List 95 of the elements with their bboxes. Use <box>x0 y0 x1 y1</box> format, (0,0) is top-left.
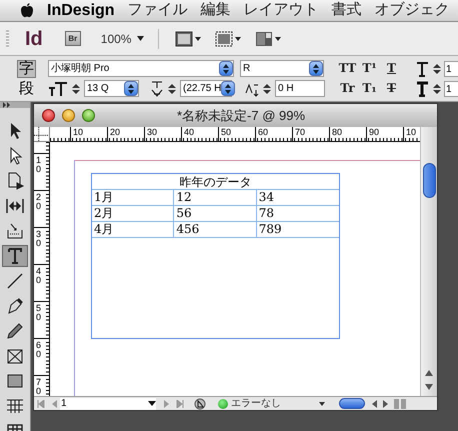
ruler-label: 60 <box>35 339 42 359</box>
ruler-label: 70 <box>294 127 306 137</box>
vertical-scrollbar[interactable] <box>420 127 437 396</box>
font-family-field[interactable]: 小塚明朝 Pro <box>48 60 234 77</box>
ruler-label: 40 <box>183 127 194 137</box>
ruler-label: 70 <box>35 376 42 396</box>
collector-tool-icon <box>5 221 25 241</box>
indesign-logo[interactable]: Id <box>25 28 43 48</box>
app-menu[interactable]: InDesign <box>47 0 115 22</box>
menu-item[interactable]: 編集 <box>200 0 231 22</box>
table-cell: 456 <box>174 222 257 237</box>
leading-field[interactable]: (22.75 H <box>180 80 232 97</box>
horizontal-scale-icon <box>414 80 430 96</box>
menu-item[interactable]: レイアウト <box>244 0 319 22</box>
ruler-label: 10 <box>72 127 84 137</box>
stepper-icon[interactable] <box>71 82 81 94</box>
tool-button[interactable] <box>2 245 28 267</box>
scroll-right-icon[interactable] <box>383 400 389 408</box>
ruler-label: 20 <box>35 191 42 211</box>
preflight-menu-icon[interactable] <box>319 402 325 406</box>
gap-tool-icon <box>5 196 25 216</box>
stepper-icon[interactable] <box>432 82 442 94</box>
ruler-label: 50 <box>220 127 232 137</box>
ruler-label: 60 <box>257 127 268 137</box>
minimize-button[interactable] <box>62 109 75 122</box>
character-style-button[interactable]: Tr <box>337 81 358 96</box>
arrange-documents-icon[interactable] <box>255 30 282 46</box>
ruler-label: 50 <box>35 302 42 322</box>
apple-icon[interactable] <box>20 2 34 18</box>
pencil-tool-icon <box>5 321 25 341</box>
preflight-status[interactable]: エラーなし <box>231 398 281 408</box>
scale-field[interactable]: 1 <box>444 80 458 96</box>
character-style-button[interactable]: T <box>381 61 402 76</box>
ruler-label: 10 <box>35 154 42 174</box>
type-tool-icon <box>5 246 25 266</box>
character-style-button[interactable]: T₁ <box>359 81 380 96</box>
stepper-icon[interactable] <box>167 82 177 94</box>
page-number-field[interactable]: 1 <box>60 398 156 410</box>
screen-mode-icon[interactable] <box>215 30 242 46</box>
window-title: *名称未設定-7 @ 99% <box>177 106 306 125</box>
ruler-label: 20 <box>109 127 120 137</box>
menu-item[interactable]: 書式 <box>332 0 362 22</box>
zoom-button[interactable] <box>82 109 95 122</box>
ruler-label: 30 <box>146 127 158 137</box>
page-settings-icon[interactable] <box>194 398 208 410</box>
mode-toggle[interactable]: 段 <box>17 80 36 98</box>
table-cell: 12 <box>174 190 257 205</box>
scroll-thumb[interactable] <box>422 163 436 198</box>
vertical-scale-icon <box>414 60 430 76</box>
scroll-left-icon[interactable] <box>371 400 377 408</box>
ruler-label: 30 <box>35 228 42 248</box>
dropdown-stepper[interactable] <box>221 81 236 96</box>
font-size-field[interactable]: 13 Q <box>84 80 139 97</box>
character-style-button[interactable]: T¹ <box>359 61 380 76</box>
ruler-label: 80 <box>331 127 342 137</box>
character-style-button[interactable]: T <box>381 81 402 96</box>
menu-item[interactable]: ファイル <box>128 0 188 22</box>
table-cell: 1月 <box>92 190 174 205</box>
table-cell: 4月 <box>92 222 174 237</box>
ruler-label: 10 <box>405 127 416 137</box>
ruler-label: 90 <box>368 127 380 137</box>
grip-icon <box>6 28 9 48</box>
view-mode-icon[interactable] <box>175 30 202 46</box>
dropdown-stepper[interactable] <box>309 61 323 76</box>
dropdown-stepper[interactable] <box>219 61 233 76</box>
table-cell-text: 789 <box>258 222 283 237</box>
up-down-arrows-icon <box>225 84 232 94</box>
up-down-arrows-icon <box>313 64 319 74</box>
table-cell-text: 78 <box>258 206 275 221</box>
close-button[interactable] <box>42 109 55 122</box>
up-down-arrows-icon <box>223 64 229 74</box>
table-cell-text: 34 <box>258 190 275 205</box>
status-ok-icon <box>218 398 228 408</box>
table-cell: 2月 <box>92 206 174 221</box>
caret-icon <box>148 401 156 406</box>
font-size-icon <box>48 80 68 96</box>
horizontal-scroll-thumb[interactable] <box>339 398 365 409</box>
dropdown-stepper[interactable] <box>124 81 138 96</box>
table-cell: 56 <box>174 206 257 221</box>
leading-icon <box>150 80 164 96</box>
character-style-button[interactable]: TT <box>337 61 358 76</box>
zoom-dropdown[interactable]: 100% <box>100 30 144 48</box>
scale-field[interactable]: 1 <box>444 60 458 76</box>
bridge-button[interactable]: Br <box>64 31 81 46</box>
font-style-field[interactable]: R <box>240 60 324 77</box>
stepper-icon[interactable] <box>262 82 272 94</box>
ruler-label: 40 <box>35 265 42 285</box>
stepper-icon[interactable] <box>432 62 442 74</box>
line-tool-icon <box>5 271 25 291</box>
baseline-shift-field[interactable]: 0 H <box>275 80 325 97</box>
up-down-arrows-icon <box>128 84 134 94</box>
caret-icon <box>137 36 144 41</box>
menu-item[interactable]: オブジェク <box>374 0 450 22</box>
mode-toggle[interactable]: 字 <box>17 60 36 78</box>
table-title: 昨年のデータ <box>92 174 339 190</box>
